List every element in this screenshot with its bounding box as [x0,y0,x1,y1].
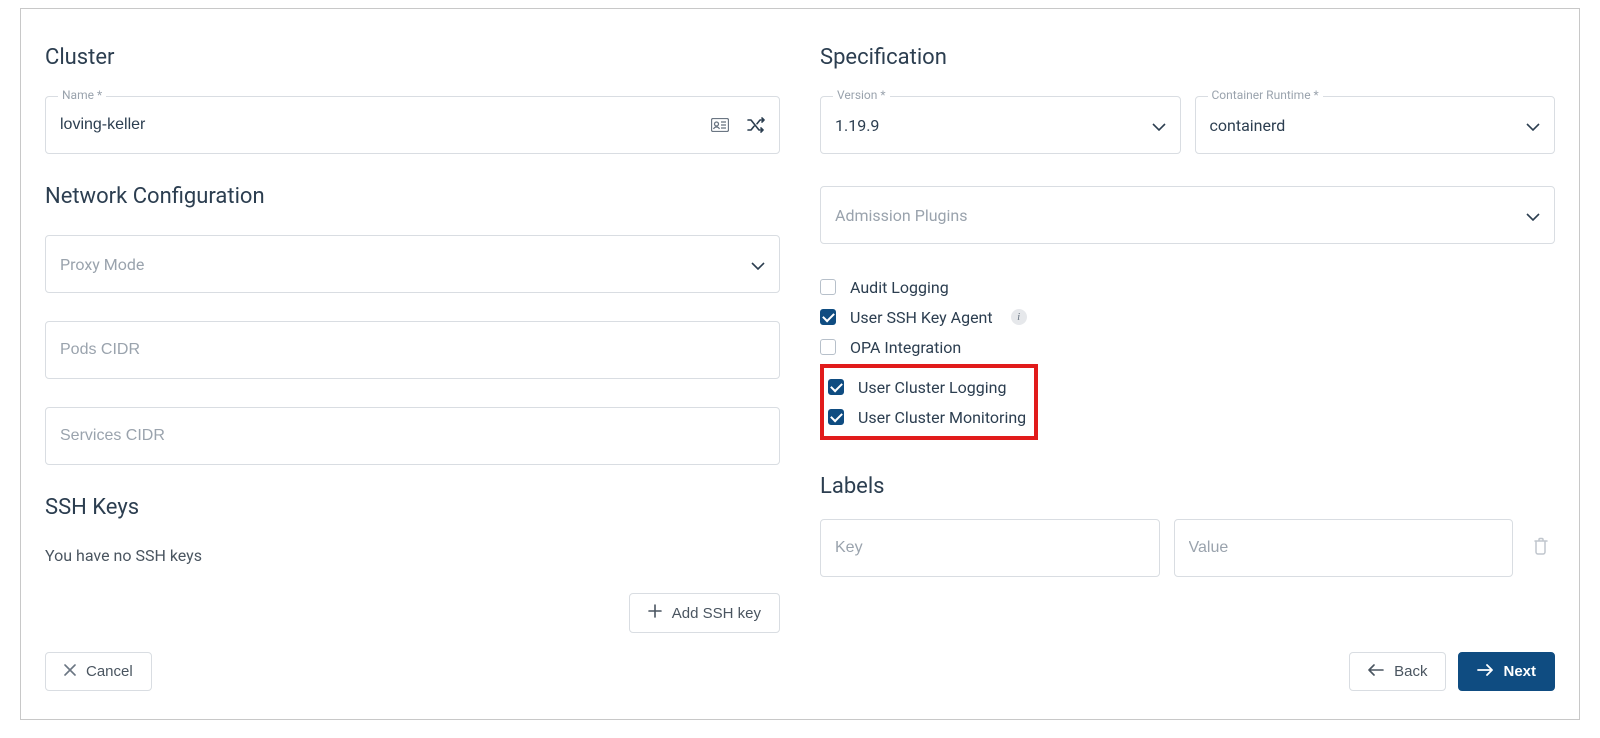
label-value-field[interactable] [1174,519,1514,577]
label-value-input[interactable] [1189,539,1499,557]
back-label: Back [1394,663,1427,680]
user-cluster-monitoring-row: User Cluster Monitoring [828,402,1026,432]
chevron-down-icon [1152,116,1166,135]
close-icon [64,663,76,680]
id-card-icon[interactable] [711,118,729,132]
opa-checkbox[interactable] [820,339,836,355]
user-cluster-monitoring-label: User Cluster Monitoring [858,408,1026,427]
proxy-mode-placeholder: Proxy Mode [60,255,751,274]
plus-icon [648,604,662,622]
pods-cidr-input[interactable] [60,341,765,359]
audit-logging-row: Audit Logging [820,272,1555,302]
network-heading: Network Configuration [45,184,780,209]
right-column: Specification Version * 1.19.9 Container… [820,45,1555,633]
name-field[interactable]: Name * [45,96,780,154]
ssh-empty-message: You have no SSH keys [45,546,780,565]
cluster-heading: Cluster [45,45,780,70]
opa-label: OPA Integration [850,338,961,357]
runtime-value: containerd [1210,116,1527,135]
services-cidr-input[interactable] [60,427,765,445]
wizard-footer: Cancel Back Next [45,652,1555,691]
spec-heading: Specification [820,45,1555,70]
chevron-down-icon [751,255,765,274]
name-input[interactable] [60,116,711,134]
version-label: Version * [833,88,890,102]
shuffle-icon[interactable] [747,117,765,133]
trash-icon[interactable] [1527,531,1555,565]
labels-heading: Labels [820,474,1555,499]
cancel-button[interactable]: Cancel [45,652,152,691]
chevron-down-icon [1526,116,1540,135]
label-key-field[interactable] [820,519,1160,577]
user-cluster-logging-checkbox[interactable] [828,379,844,395]
runtime-label: Container Runtime * [1208,88,1323,102]
cancel-label: Cancel [86,663,133,680]
ssh-agent-checkbox[interactable] [820,309,836,325]
add-ssh-key-button[interactable]: Add SSH key [629,593,780,633]
proxy-mode-select[interactable]: Proxy Mode [45,235,780,293]
next-label: Next [1503,663,1536,680]
name-label: Name * [58,88,106,102]
user-cluster-monitoring-checkbox[interactable] [828,409,844,425]
info-icon[interactable]: i [1011,309,1027,325]
audit-logging-checkbox[interactable] [820,279,836,295]
chevron-down-icon [1526,206,1540,225]
labels-row [820,519,1555,577]
next-button[interactable]: Next [1458,652,1555,691]
admission-placeholder: Admission Plugins [835,206,1526,225]
services-cidr-field[interactable] [45,407,780,465]
ssh-agent-row: User SSH Key Agent i [820,302,1555,332]
ssh-heading: SSH Keys [45,495,780,520]
audit-logging-label: Audit Logging [850,278,949,297]
label-key-input[interactable] [835,539,1145,557]
arrow-right-icon [1477,663,1493,680]
spec-checkboxes: Audit Logging User SSH Key Agent i OPA I… [820,272,1555,440]
back-button[interactable]: Back [1349,652,1446,691]
add-ssh-label: Add SSH key [672,605,761,622]
version-select[interactable]: Version * 1.19.9 [820,96,1181,154]
user-cluster-logging-label: User Cluster Logging [858,378,1006,397]
left-column: Cluster Name * Network Configuration Pro… [45,45,780,633]
opa-row: OPA Integration [820,332,1555,362]
pods-cidr-field[interactable] [45,321,780,379]
admission-plugins-select[interactable]: Admission Plugins [820,186,1555,244]
cluster-create-form: Cluster Name * Network Configuration Pro… [20,8,1580,720]
ssh-agent-label: User SSH Key Agent [850,308,993,327]
arrow-left-icon [1368,663,1384,680]
version-value: 1.19.9 [835,116,1152,135]
highlight-annotation: User Cluster Logging User Cluster Monito… [820,364,1038,440]
user-cluster-logging-row: User Cluster Logging [828,372,1026,402]
runtime-select[interactable]: Container Runtime * containerd [1195,96,1556,154]
